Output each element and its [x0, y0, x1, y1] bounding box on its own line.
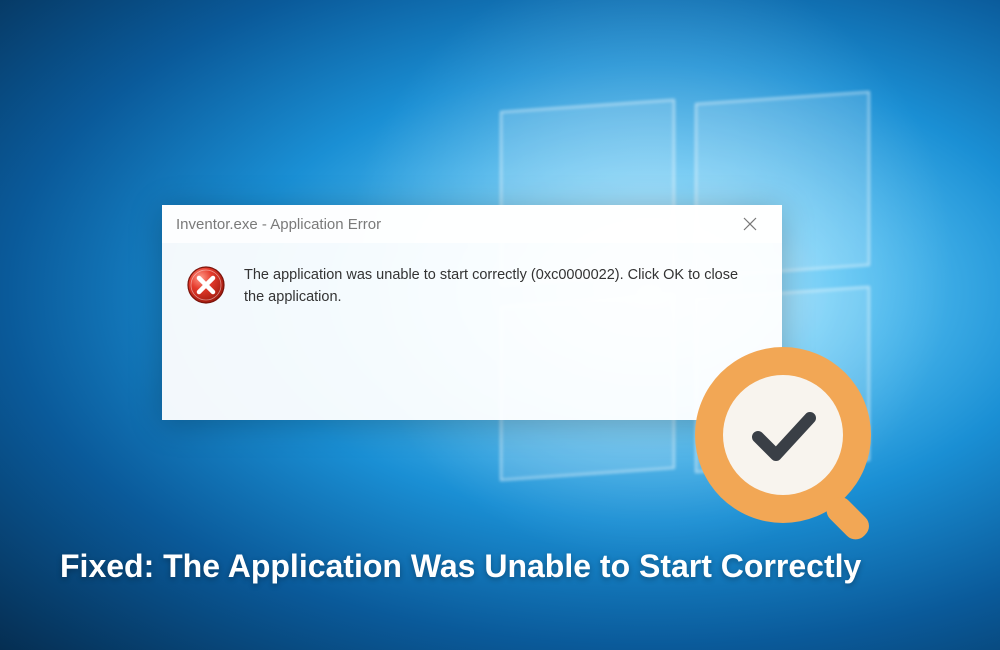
- image-caption: Fixed: The Application Was Unable to Sta…: [60, 548, 861, 585]
- magnifier-check-icon: [688, 340, 898, 550]
- error-message: The application was unable to start corr…: [244, 263, 756, 400]
- dialog-titlebar[interactable]: Inventor.exe - Application Error: [162, 205, 782, 243]
- close-icon: [743, 217, 757, 231]
- close-button[interactable]: [730, 210, 770, 238]
- dialog-title: Inventor.exe - Application Error: [176, 216, 381, 233]
- error-icon: [186, 265, 226, 305]
